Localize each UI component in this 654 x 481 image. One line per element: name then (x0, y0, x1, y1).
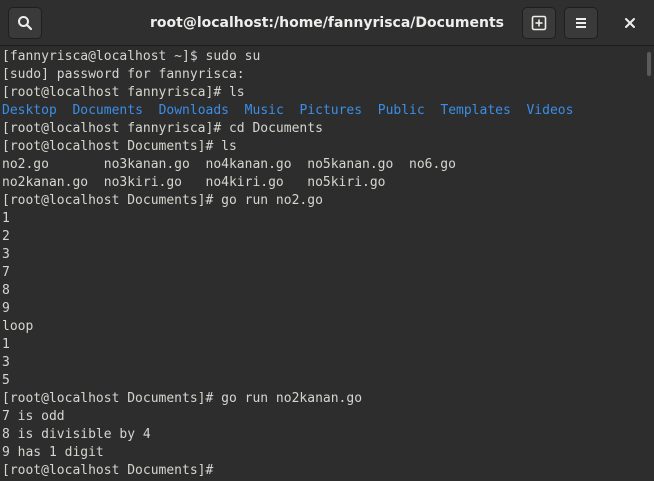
terminal-window: root@localhost:/home/fannyrisca/Document… (0, 0, 654, 481)
terminal-line: 2 (2, 229, 10, 244)
directory-public: Public (377, 103, 425, 118)
directory-desktop: Desktop (2, 103, 57, 118)
menu-button[interactable] (564, 7, 598, 39)
terminal-line: loop (2, 319, 34, 334)
search-button[interactable] (8, 7, 42, 39)
terminal-output[interactable]: [fannyrisca@localhost ~]$ sudo su [sudo]… (0, 46, 654, 481)
terminal-line: 8 is divisible by 4 (2, 427, 151, 442)
terminal-line: 8 (2, 283, 10, 298)
terminal-line: 9 (2, 301, 10, 316)
directory-templates: Templates (440, 103, 511, 118)
directory-downloads: Downloads (158, 103, 230, 118)
header-bar: root@localhost:/home/fannyrisca/Document… (0, 0, 654, 46)
search-icon (18, 16, 33, 31)
directory-music: Music (244, 103, 284, 118)
terminal-line: 1 (2, 337, 10, 352)
terminal-line: [root@localhost fannyrisca]# cd Document… (2, 121, 323, 136)
terminal-line: no2kanan.go no3kiri.go no4kiri.go no5kir… (2, 175, 386, 190)
terminal-line: 7 (2, 265, 10, 280)
terminal-line: [fannyrisca@localhost ~]$ sudo su (2, 49, 261, 64)
window-title: root@localhost:/home/fannyrisca/Document… (150, 15, 504, 31)
terminal-line: [root@localhost Documents]# ls (2, 139, 237, 154)
ls-directory-listing: Desktop Documents Downloads Music Pictur… (2, 102, 654, 120)
prompt-text: [root@localhost Documents]# (2, 463, 214, 478)
terminal-line: no2.go no3kanan.go no4kanan.go no5kanan.… (2, 157, 456, 172)
terminal-line: 1 (2, 211, 10, 226)
terminal-line: 3 (2, 247, 10, 262)
close-icon (625, 18, 635, 28)
scrollbar[interactable] (647, 52, 651, 76)
directory-pictures: Pictures (299, 103, 363, 118)
directory-videos: Videos (526, 103, 574, 118)
terminal-line: 7 is odd (2, 409, 65, 424)
terminal-line: [root@localhost fannyrisca]# ls (2, 85, 245, 100)
close-button[interactable] (614, 7, 646, 39)
terminal-line: [sudo] password for fannyrisca: (2, 67, 245, 82)
new-tab-button[interactable] (522, 7, 556, 39)
terminal-line: [root@localhost Documents]# go run no2ka… (2, 391, 363, 406)
hamburger-menu-icon (576, 18, 586, 28)
terminal-line: 3 (2, 355, 10, 370)
terminal-line: [root@localhost Documents]# go run no2.g… (2, 193, 323, 208)
terminal-line: 9 has 1 digit (2, 445, 104, 460)
directory-documents: Documents (72, 103, 143, 118)
terminal-prompt-line[interactable]: [root@localhost Documents]# (2, 462, 654, 480)
new-tab-icon (531, 15, 547, 31)
terminal-line: 5 (2, 373, 10, 388)
